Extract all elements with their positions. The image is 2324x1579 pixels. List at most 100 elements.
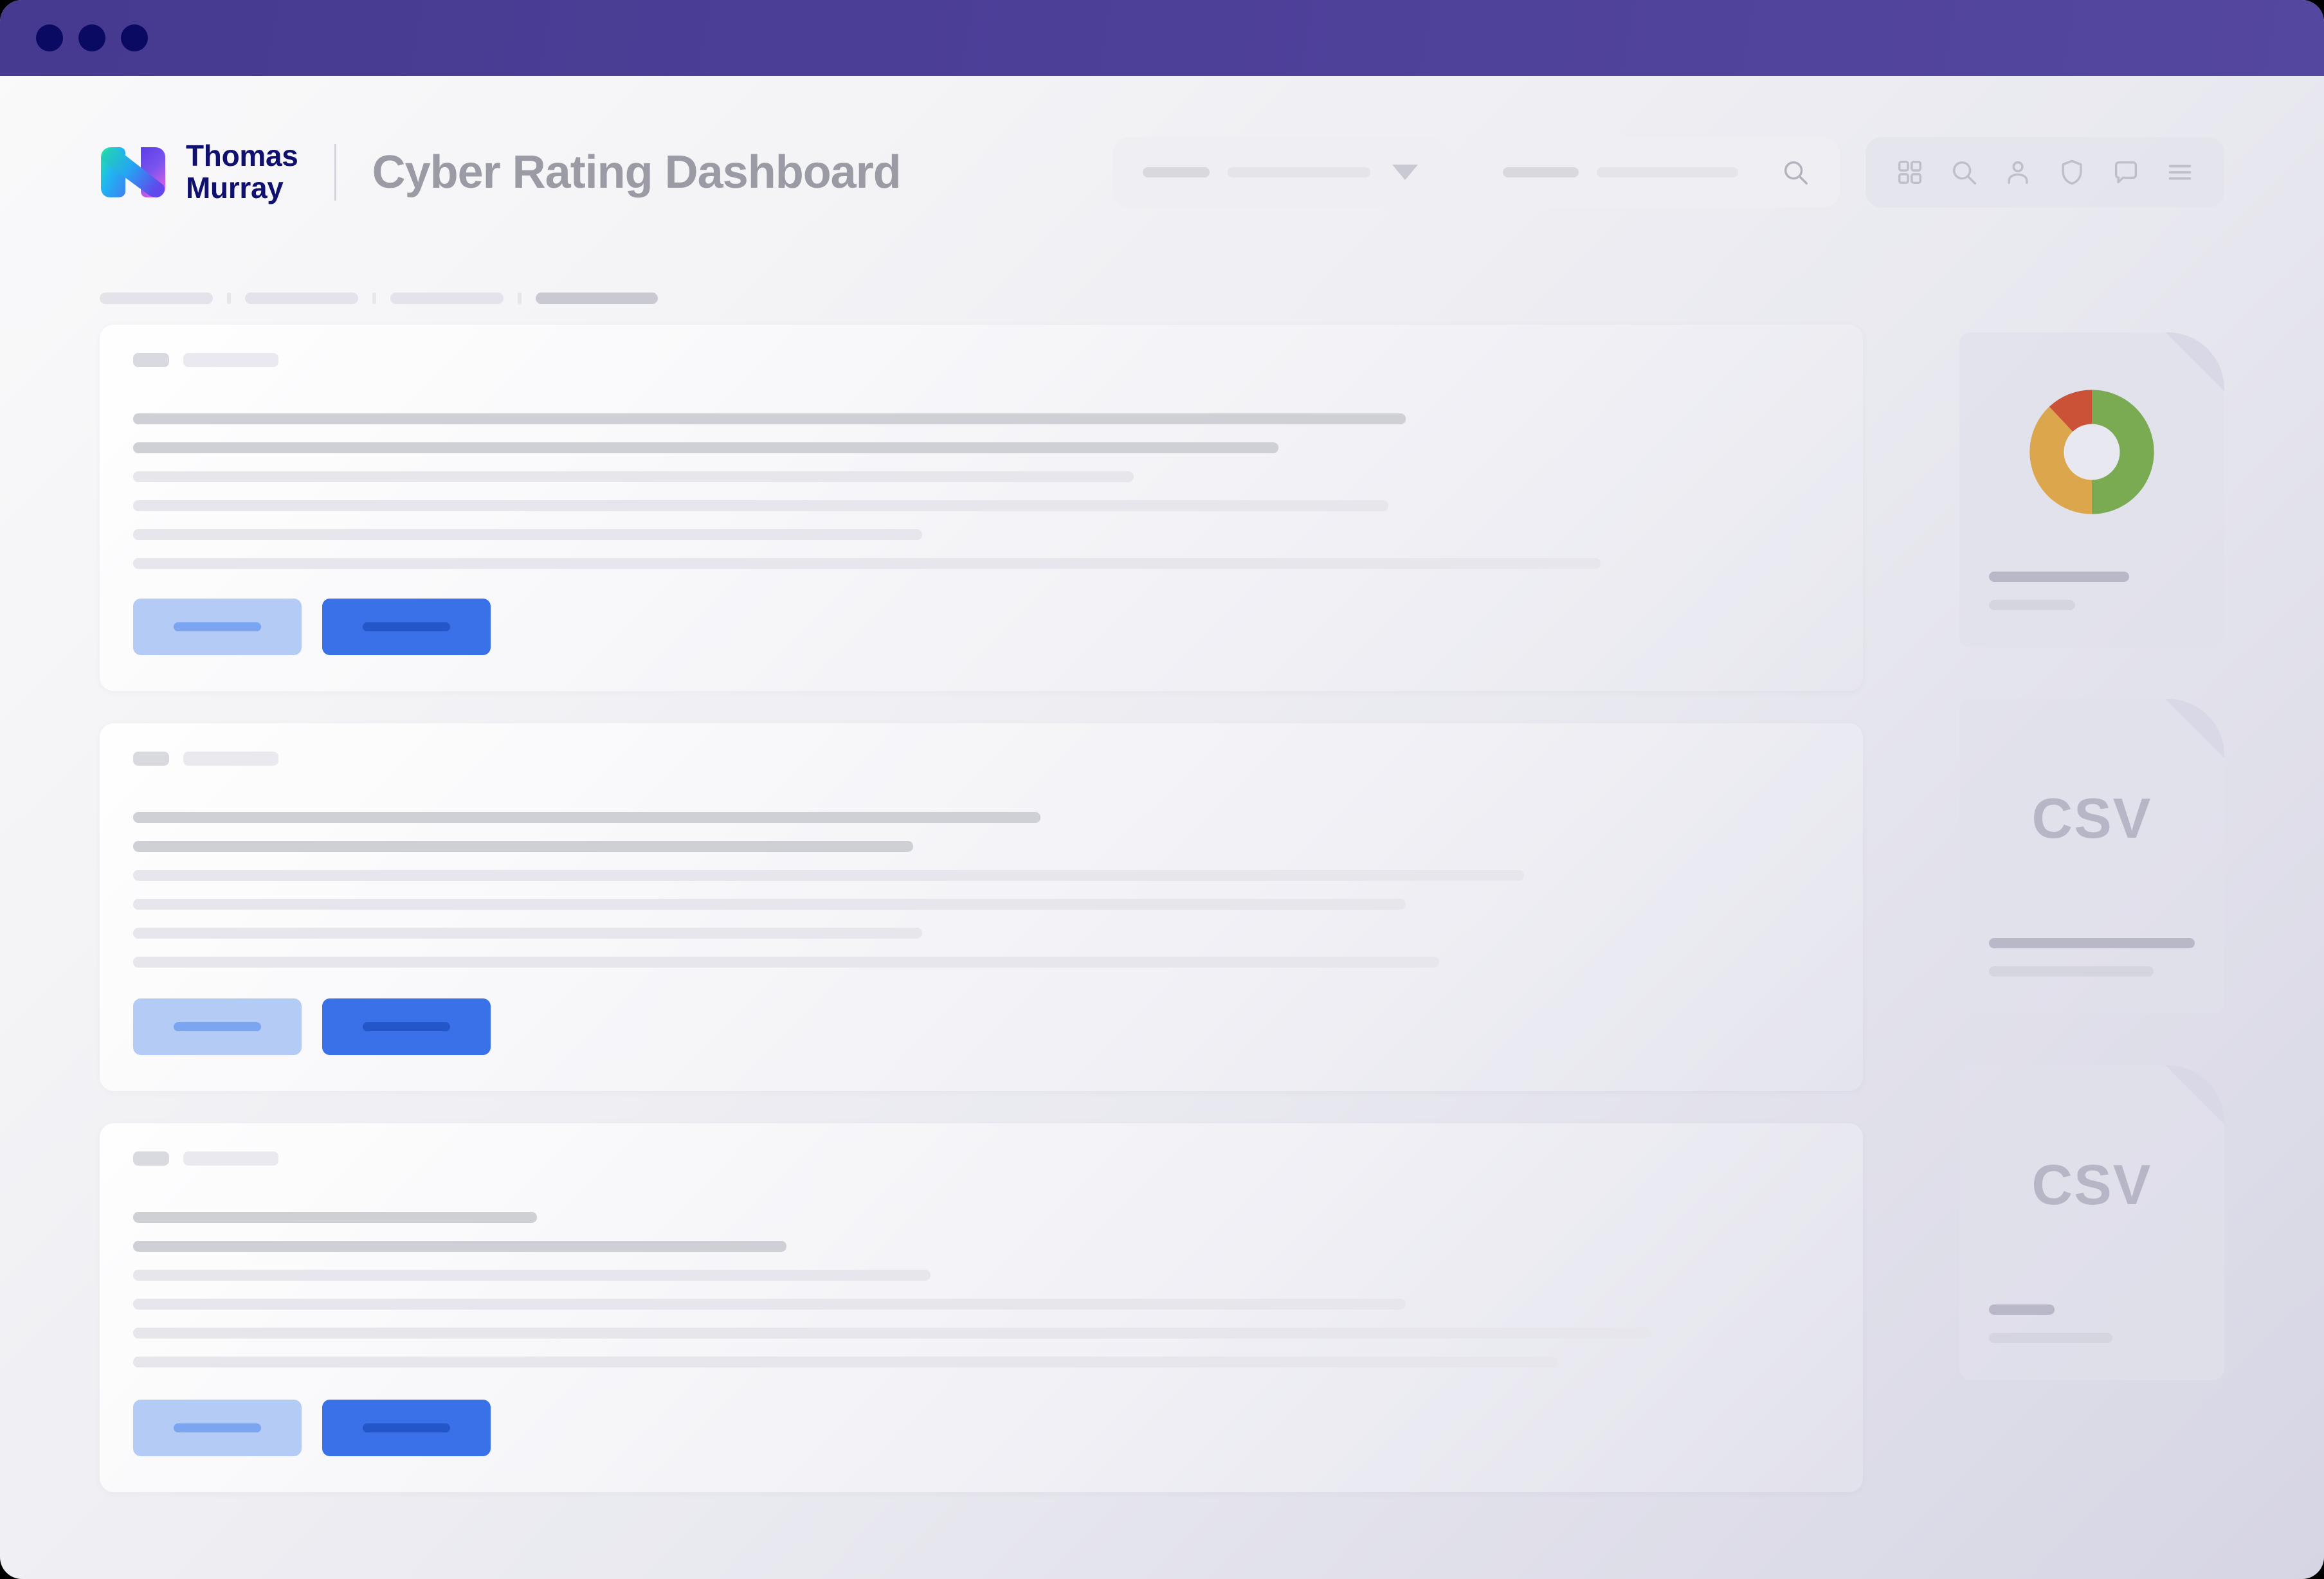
content-card	[100, 723, 1863, 1091]
document-caption-line-1	[1989, 938, 2195, 948]
secondary-action-button[interactable]	[133, 998, 302, 1055]
skeleton-line-4	[133, 500, 1389, 511]
document-caption-line-1	[1989, 572, 2129, 582]
card-subtitle-skeleton	[183, 1151, 278, 1166]
donut-chart-icon	[2029, 390, 2154, 514]
page-title: Cyber Rating Dashboard	[372, 147, 902, 198]
shield-icon[interactable]	[2057, 158, 2087, 187]
app-header: Thomas Murray Cyber Rating Dashboard	[0, 76, 2324, 269]
button-label-skeleton	[174, 1423, 261, 1432]
skeleton-line-2	[133, 841, 914, 852]
hamburger-menu-icon[interactable]	[2165, 158, 2195, 187]
close-dot[interactable]	[36, 24, 63, 51]
card-text-skeleton	[133, 812, 1829, 968]
card-text-skeleton	[133, 413, 1829, 569]
button-label-skeleton	[174, 622, 261, 631]
header-controls	[1113, 137, 2224, 208]
dropdown-value-skeleton	[1228, 167, 1370, 177]
skeleton-line-6	[133, 558, 1601, 569]
card-actions	[133, 1400, 491, 1456]
content-card-list	[100, 325, 1863, 1579]
search-icon[interactable]	[1949, 158, 1979, 187]
user-icon[interactable]	[2003, 158, 2033, 187]
main-content: CSV CSV	[100, 325, 2224, 1579]
document-caption-skeleton	[1959, 938, 2224, 1014]
skeleton-line-6	[133, 957, 1440, 968]
csv-document-card[interactable]: CSV	[1959, 699, 2224, 1014]
chat-bubble-icon[interactable]	[2111, 158, 2141, 187]
search-label-skeleton	[1503, 167, 1579, 177]
skeleton-line-3	[133, 870, 1525, 881]
card-header	[133, 353, 1829, 367]
breadcrumb-item-1[interactable]	[100, 293, 213, 304]
button-label-skeleton	[174, 1022, 261, 1031]
breadcrumb-item-4[interactable]	[536, 293, 658, 304]
skeleton-line-1	[133, 1212, 537, 1223]
card-actions	[133, 599, 491, 655]
skeleton-line-5	[133, 1328, 1651, 1339]
primary-action-button[interactable]	[322, 998, 491, 1055]
brand-divider	[334, 144, 336, 201]
skeleton-line-5	[133, 529, 922, 540]
thomas-murray-logo-icon	[100, 146, 167, 199]
search-input[interactable]	[1473, 137, 1840, 208]
search-value-skeleton	[1597, 167, 1738, 177]
skeleton-line-1	[133, 413, 1406, 424]
csv-document-card[interactable]: CSV	[1959, 1065, 2224, 1380]
skeleton-line-1	[133, 812, 1041, 823]
document-caption-line-2	[1989, 1333, 2112, 1343]
breadcrumb-separator	[227, 293, 231, 304]
card-header	[133, 752, 1829, 766]
brand-logo[interactable]: Thomas Murray	[100, 140, 298, 204]
skeleton-line-3	[133, 1270, 931, 1281]
primary-action-button[interactable]	[322, 1400, 491, 1456]
csv-file-icon: CSV	[2031, 1153, 2152, 1216]
card-header	[133, 1151, 1829, 1166]
skeleton-line-6	[133, 1357, 1558, 1367]
card-subtitle-skeleton	[183, 752, 278, 766]
file-card-list: CSV CSV	[1959, 325, 2224, 1579]
dropdown-label-skeleton	[1143, 167, 1210, 177]
breadcrumb-separator	[372, 293, 376, 304]
document-caption-line-2	[1989, 600, 2076, 610]
breadcrumb-item-3[interactable]	[390, 293, 504, 304]
card-subtitle-skeleton	[183, 353, 278, 367]
document-caption-skeleton	[1959, 572, 2224, 647]
status-badge	[133, 353, 169, 367]
card-actions	[133, 998, 491, 1055]
grid-apps-icon[interactable]	[1895, 158, 1925, 187]
skeleton-line-4	[133, 1299, 1406, 1310]
skeleton-line-2	[133, 442, 1278, 453]
csv-file-icon: CSV	[2031, 786, 2152, 850]
secondary-action-button[interactable]	[133, 599, 302, 655]
primary-action-button[interactable]	[322, 599, 491, 655]
header-icon-toolbar	[1866, 137, 2224, 208]
window-title-bar	[0, 0, 2324, 76]
minimize-dot[interactable]	[78, 24, 105, 51]
secondary-action-button[interactable]	[133, 1400, 302, 1456]
content-card	[100, 325, 1863, 691]
status-badge	[133, 1151, 169, 1166]
status-badge	[133, 752, 169, 766]
maximize-dot[interactable]	[121, 24, 148, 51]
skeleton-line-3	[133, 471, 1134, 482]
skeleton-line-5	[133, 928, 922, 939]
card-text-skeleton	[133, 1212, 1829, 1367]
document-caption-line-1	[1989, 1304, 2055, 1315]
document-body	[1959, 332, 2224, 572]
breadcrumb-item-2[interactable]	[245, 293, 358, 304]
chevron-down-icon	[1392, 165, 1418, 180]
brand-name: Thomas Murray	[186, 139, 298, 204]
button-label-skeleton	[363, 622, 450, 631]
chart-document-card[interactable]	[1959, 332, 2224, 647]
skeleton-line-4	[133, 899, 1406, 910]
content-card	[100, 1123, 1863, 1492]
search-icon[interactable]	[1781, 158, 1810, 187]
button-label-skeleton	[363, 1423, 450, 1432]
breadcrumb	[100, 293, 658, 304]
donut-hole	[2064, 424, 2120, 480]
button-label-skeleton	[363, 1022, 450, 1031]
document-body: CSV	[1959, 699, 2224, 938]
app-window: Thomas Murray Cyber Rating Dashboard CSV…	[0, 0, 2324, 1579]
filter-dropdown[interactable]	[1113, 137, 1448, 208]
